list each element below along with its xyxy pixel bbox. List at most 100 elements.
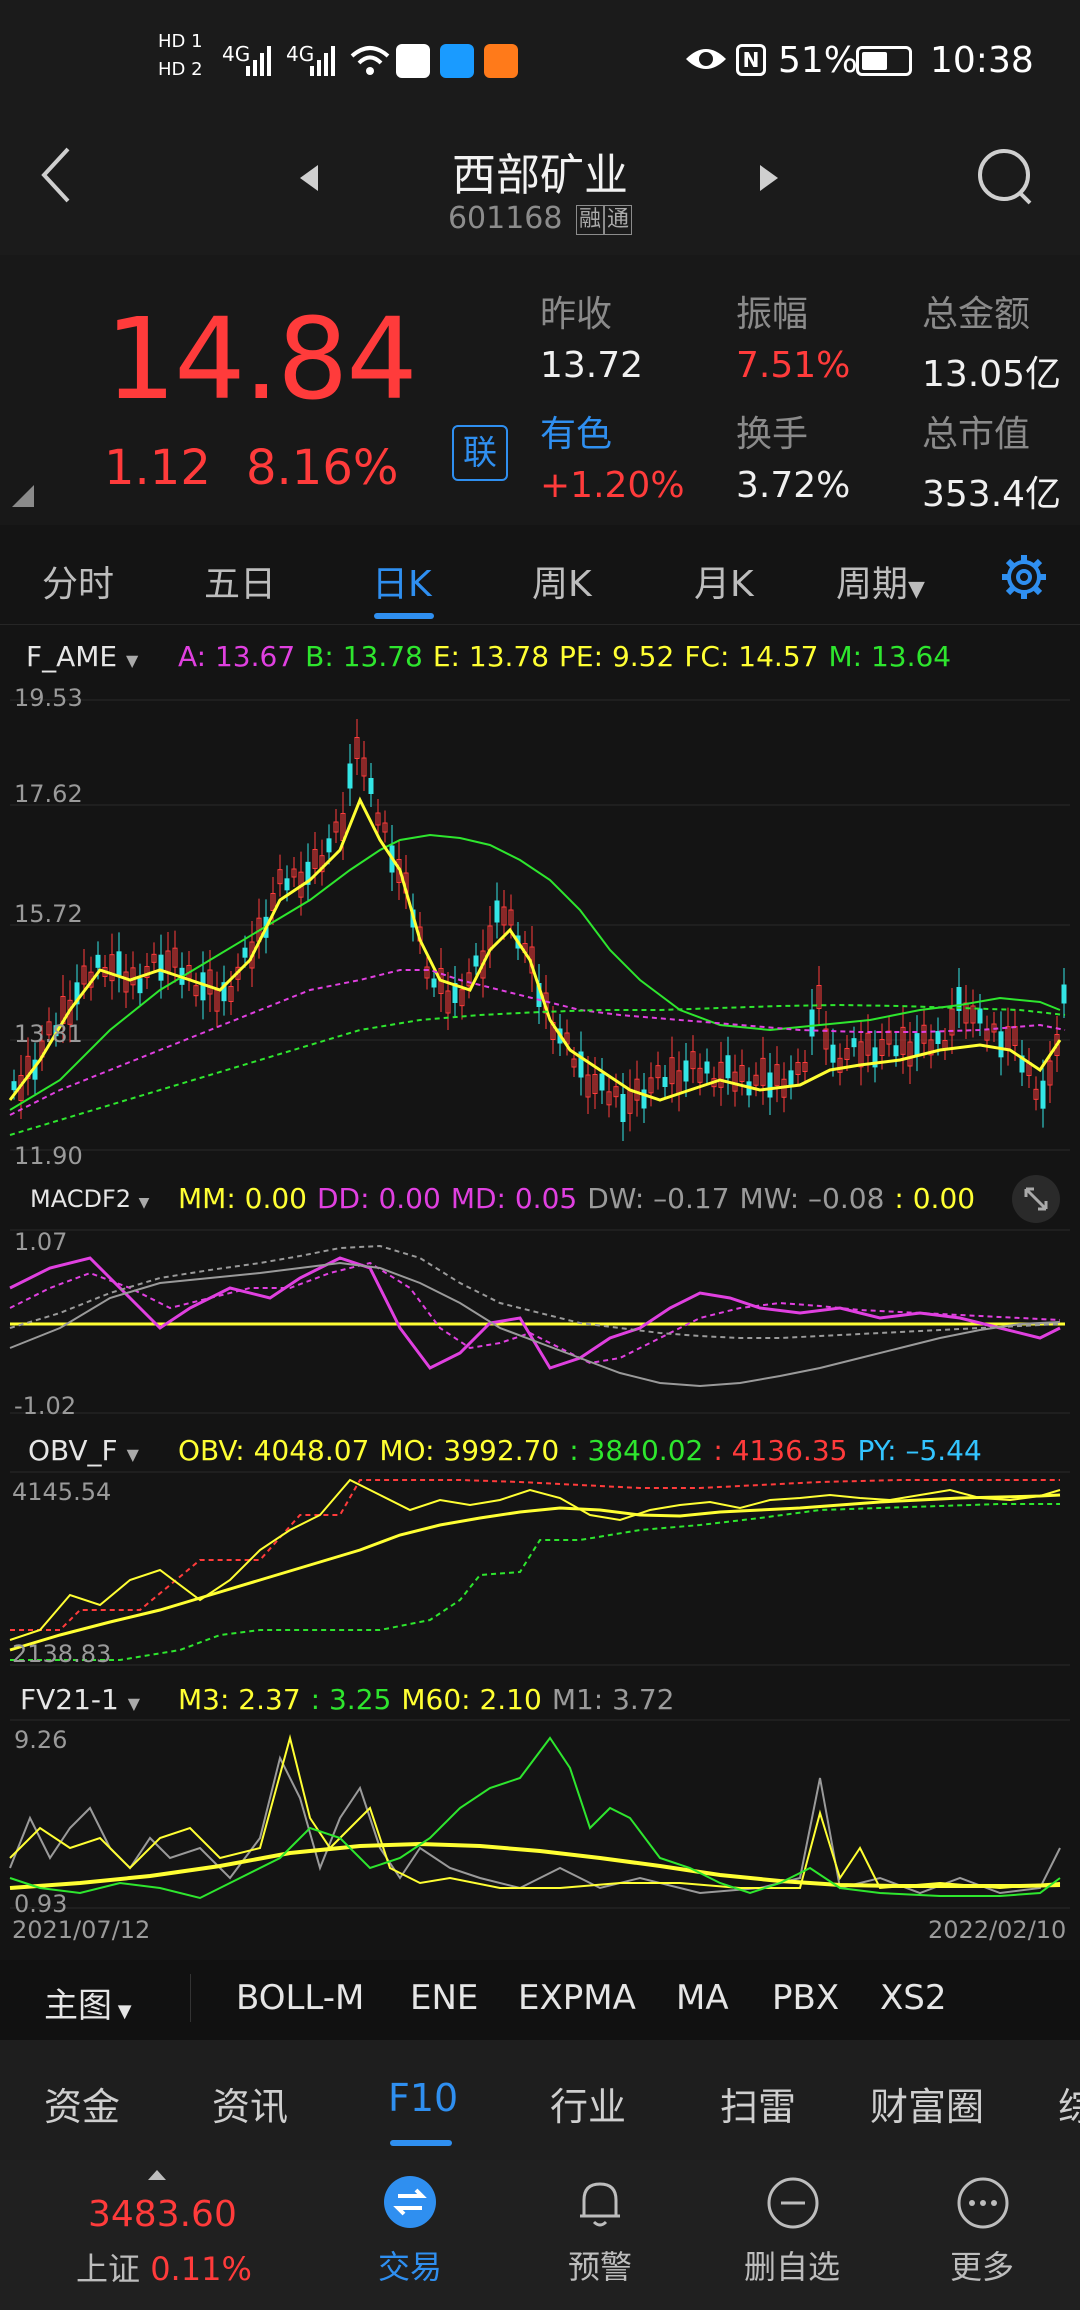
chat-app-icon xyxy=(396,44,430,78)
last-price: 14.84 xyxy=(105,295,418,425)
candle-body xyxy=(788,1070,794,1087)
tab-intraday[interactable]: 分时 xyxy=(42,555,114,607)
more-icon[interactable] xyxy=(956,2176,1010,2230)
expand-icon[interactable] xyxy=(1012,1175,1060,1223)
candle-body xyxy=(326,838,332,853)
tab-risk-scan[interactable]: 扫雷 xyxy=(720,2076,796,2131)
nav-trade[interactable]: 交易 xyxy=(330,2242,490,2288)
next-stock-icon[interactable] xyxy=(756,163,780,193)
obv-yellow-line xyxy=(9,1493,1061,1652)
nav-remove-watchlist[interactable]: 删自选 xyxy=(712,2242,872,2288)
nav-more[interactable]: 更多 xyxy=(902,2242,1062,2288)
candle-body xyxy=(242,947,248,958)
turnover-label: 换手 xyxy=(736,414,809,455)
trade-icon[interactable] xyxy=(384,2176,436,2228)
tab-news[interactable]: 资讯 xyxy=(212,2076,288,2131)
kline-chart[interactable] xyxy=(0,680,1080,1170)
tab-wealth-circle[interactable]: 财富圈 xyxy=(870,2076,984,2131)
macd-param-0: MM: 0.00 xyxy=(178,1182,307,1215)
nav-alert[interactable]: 预警 xyxy=(520,2242,680,2288)
candle-body xyxy=(830,1044,836,1063)
sector-change: +1.20% xyxy=(540,465,685,506)
macd-y-top: 1.07 xyxy=(14,1228,68,1256)
fv-chart xyxy=(9,1719,1070,1909)
indicator-ma[interactable]: MA xyxy=(676,1978,729,2018)
candle-body xyxy=(851,1038,857,1048)
bell-icon[interactable] xyxy=(574,2176,626,2232)
obv-param-2: : 3840.02 xyxy=(569,1434,704,1467)
main_chart-param-5: M: 13.64 xyxy=(828,640,952,673)
main-y-label-bottom: 11.90 xyxy=(14,1142,83,1170)
tab-funds[interactable]: 资金 xyxy=(44,2076,120,2131)
main-y-label-4: 13.81 xyxy=(14,1020,83,1048)
fv-y-top: 9.26 xyxy=(14,1726,68,1754)
eye-icon xyxy=(686,49,726,69)
candle-body xyxy=(977,1008,983,1024)
hd1-indicator: HD 1 xyxy=(158,31,203,52)
tab-weekly-k[interactable]: 周K xyxy=(532,555,592,607)
obv-indicator-selector[interactable]: OBV_F ▼ xyxy=(28,1434,139,1467)
minus-circle-icon[interactable] xyxy=(766,2176,820,2230)
index-value[interactable]: 3483.60 xyxy=(88,2194,237,2235)
fv-indicator-selector[interactable]: FV21-1 ▼ xyxy=(20,1683,140,1716)
candle-body xyxy=(620,1094,626,1122)
candle-body xyxy=(704,1061,710,1074)
tab-five-day[interactable]: 五日 xyxy=(204,555,276,607)
market-cap-label: 总市值 xyxy=(922,414,1031,455)
tab-period[interactable]: 周期▼ xyxy=(836,555,925,607)
date-end: 2022/02/10 xyxy=(928,1916,1067,1944)
macd-indicator-selector[interactable]: MACDF2 ▼ xyxy=(30,1185,149,1213)
sector-link[interactable]: 有色 xyxy=(540,405,612,457)
date-start: 2021/07/12 xyxy=(12,1916,151,1944)
indicator-pbx[interactable]: PBX xyxy=(772,1978,839,2018)
obv-y-bottom: 2138.83 xyxy=(12,1640,112,1668)
candlesticks xyxy=(11,719,1067,1141)
search-icon[interactable] xyxy=(976,147,1036,207)
didi-app-icon xyxy=(484,44,518,78)
battery-icon xyxy=(856,46,912,76)
main-y-label-3: 15.72 xyxy=(14,900,83,928)
price-change: 1.12 xyxy=(104,440,211,496)
nfc-icon: N xyxy=(736,44,766,76)
gear-icon[interactable] xyxy=(1000,553,1048,601)
candle-body xyxy=(599,1073,605,1091)
quote-panel: 14.84 1.12 8.16% 联 昨收 13.72 有色 +1.20% 振幅… xyxy=(0,255,1080,525)
candle-body xyxy=(347,763,353,789)
main_chart-param-1: B: 13.78 xyxy=(305,640,423,673)
indicator-expma[interactable]: EXPMA xyxy=(518,1978,636,2018)
indicator-xs2[interactable]: XS2 xyxy=(880,1978,947,2018)
candle-body xyxy=(431,978,437,988)
tab-monthly-k[interactable]: 月K xyxy=(694,555,754,607)
tab-industry[interactable]: 行业 xyxy=(550,2076,626,2131)
obv-param-4: PY: –5.44 xyxy=(857,1434,982,1467)
fv-y-bottom: 0.93 xyxy=(14,1890,68,1918)
indicator-ene[interactable]: ENE xyxy=(410,1978,478,2018)
corner-triangle-icon xyxy=(12,485,34,507)
signal-bars-icon xyxy=(310,46,335,76)
candle-body xyxy=(1061,984,1067,1004)
linked-button[interactable]: 联 xyxy=(452,425,508,481)
obv-yellow-thin xyxy=(9,1478,1061,1641)
connect-tag: 通 xyxy=(604,204,633,235)
candle-body xyxy=(158,954,164,981)
main-indicator-selector[interactable]: F_AME ▼ xyxy=(26,640,138,673)
main_chart-param-2: E: 13.78 xyxy=(432,640,550,673)
fv-param-2: M60: 2.10 xyxy=(401,1683,542,1716)
main_chart-param-3: PE: 9.52 xyxy=(559,640,675,673)
tab-daily-k[interactable]: 日K xyxy=(372,555,432,607)
candle-body xyxy=(494,900,500,923)
indicator-boll-m[interactable]: BOLL-M xyxy=(236,1978,364,2018)
chevron-down-icon: ▼ xyxy=(126,651,139,670)
tab-period-label: 周期 xyxy=(836,564,909,605)
candle-body xyxy=(914,1033,920,1056)
tab-overflow[interactable]: 综 xyxy=(1058,2076,1080,2131)
main-chart-label: 主图 xyxy=(44,1986,112,2026)
main_chart-param-0: A: 13.67 xyxy=(178,640,296,673)
candle-body xyxy=(95,954,101,968)
obv-green-dashed xyxy=(10,1503,1060,1661)
tab-f10[interactable]: F10 xyxy=(388,2076,458,2120)
main-chart-selector[interactable]: 主图 ▼ xyxy=(44,1978,132,2027)
search-app-icon xyxy=(440,44,474,78)
clock: 10:38 xyxy=(930,40,1034,81)
fv-indicator-name: FV21-1 xyxy=(20,1683,119,1716)
